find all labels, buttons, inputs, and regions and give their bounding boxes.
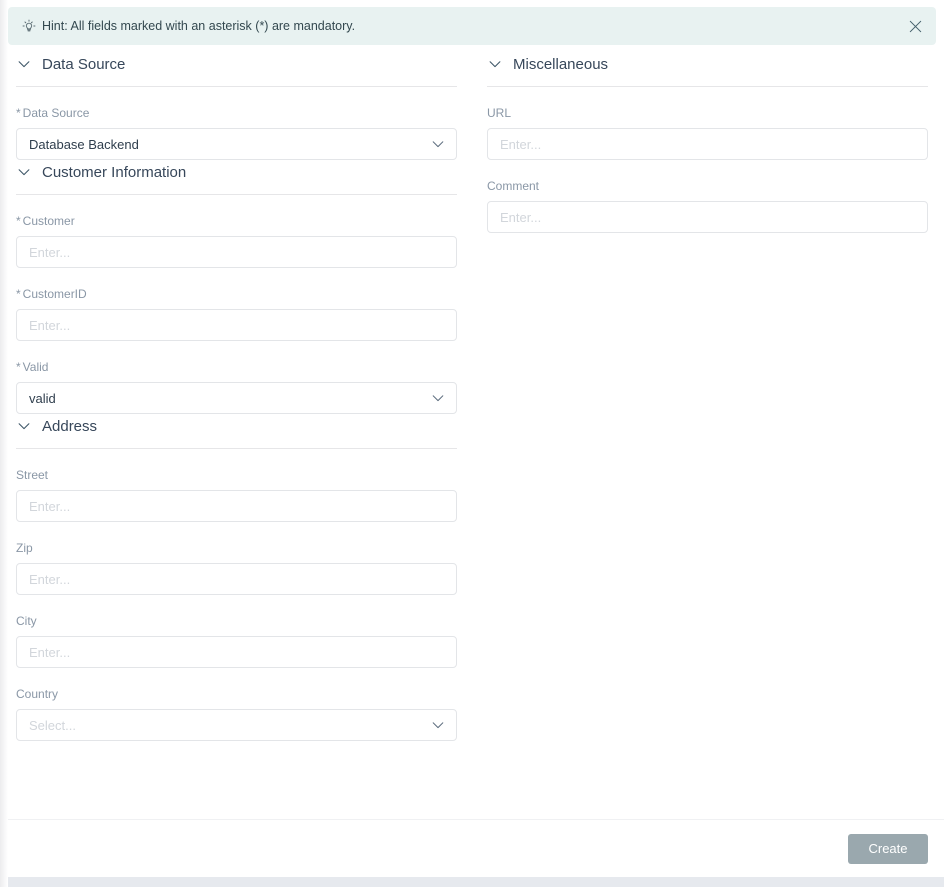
label-street: Street	[16, 469, 457, 481]
section-title: Customer Information	[42, 163, 187, 181]
chevron-down-icon	[487, 56, 503, 72]
field-customer-id: * CustomerID Enter...	[16, 268, 457, 341]
left-column: Data Source * Data Source Database Backend C…	[16, 52, 457, 741]
section-data-source: Data Source * Data Source Database Backend	[16, 52, 457, 160]
label-text: Comment	[487, 179, 540, 193]
select-data-source[interactable]: Database Backend	[16, 128, 457, 160]
field-street: Street Enter...	[16, 449, 457, 522]
label-text: Data Source	[22, 106, 90, 120]
hint-text: Hint: All fields marked with an asterisk…	[42, 18, 356, 33]
label-text: URL	[487, 106, 512, 120]
field-zip: Zip Enter...	[16, 522, 457, 595]
field-url: URL Enter...	[487, 87, 928, 160]
chevron-down-icon	[16, 56, 32, 72]
field-customer: * Customer Enter...	[16, 195, 457, 268]
placeholder-url: Enter...	[500, 137, 542, 151]
close-icon[interactable]	[900, 11, 930, 41]
bottom-strip	[0, 877, 944, 887]
section-customer-information: Customer Information * Customer Enter... * Cu…	[16, 160, 457, 414]
label-text: Valid	[22, 360, 49, 374]
input-customer[interactable]: Enter...	[16, 236, 457, 268]
label-text: Street	[16, 468, 49, 482]
value-data-source: Database Backend	[29, 137, 139, 151]
label-country: Country	[16, 688, 457, 700]
hint-banner: Hint: All fields marked with an asterisk…	[8, 7, 936, 45]
lightbulb-icon	[22, 19, 36, 33]
label-customer-id: * CustomerID	[16, 288, 457, 300]
label-text: Customer	[22, 214, 75, 228]
section-header[interactable]: Miscellaneous	[487, 52, 928, 76]
left-edge-shadow	[0, 0, 8, 887]
chevron-down-icon	[431, 391, 445, 405]
label-city: City	[16, 615, 457, 627]
right-column: Miscellaneous URL Enter... Comment Enter...	[487, 52, 928, 233]
label-customer: * Customer	[16, 215, 457, 227]
label-text: Zip	[16, 541, 33, 555]
select-valid[interactable]: valid	[16, 382, 457, 414]
input-city[interactable]: Enter...	[16, 636, 457, 668]
field-comment: Comment Enter...	[487, 160, 928, 233]
form-footer: Create	[0, 819, 944, 877]
section-header[interactable]: Address	[16, 414, 457, 438]
chevron-down-icon	[16, 164, 32, 180]
section-title: Address	[42, 417, 98, 435]
label-valid: * Valid	[16, 361, 457, 373]
placeholder-customer-id: Enter...	[29, 318, 71, 332]
input-comment[interactable]: Enter...	[487, 201, 928, 233]
input-url[interactable]: Enter...	[487, 128, 928, 160]
input-street[interactable]: Enter...	[16, 490, 457, 522]
label-zip: Zip	[16, 542, 457, 554]
input-zip[interactable]: Enter...	[16, 563, 457, 595]
label-text: City	[16, 614, 37, 628]
required-asterisk: *	[16, 287, 21, 301]
chevron-down-icon	[431, 137, 445, 151]
select-country[interactable]: Select...	[16, 709, 457, 741]
form-page: Hint: All fields marked with an asterisk…	[0, 0, 944, 887]
label-comment: Comment	[487, 180, 928, 192]
section-title: Miscellaneous	[513, 55, 609, 73]
section-miscellaneous: Miscellaneous URL Enter... Comment Enter...	[487, 52, 928, 233]
field-data-source: * Data Source Database Backend	[16, 87, 457, 160]
create-button[interactable]: Create	[848, 833, 928, 864]
label-url: URL	[487, 107, 928, 119]
section-header[interactable]: Data Source	[16, 52, 457, 76]
field-city: City Enter...	[16, 595, 457, 668]
placeholder-customer: Enter...	[29, 245, 71, 259]
required-asterisk: *	[16, 360, 21, 374]
placeholder-country: Select...	[29, 718, 76, 732]
section-header[interactable]: Customer Information	[16, 160, 457, 184]
placeholder-city: Enter...	[29, 645, 71, 659]
chevron-down-icon	[431, 718, 445, 732]
placeholder-comment: Enter...	[500, 210, 542, 224]
placeholder-street: Enter...	[29, 499, 71, 513]
label-data-source: * Data Source	[16, 107, 457, 119]
label-text: CustomerID	[22, 287, 87, 301]
field-country: Country Select...	[16, 668, 457, 741]
section-title: Data Source	[42, 55, 126, 73]
field-valid: * Valid valid	[16, 341, 457, 414]
chevron-down-icon	[16, 418, 32, 434]
section-address: Address Street Enter... Zip Enter... City Ente…	[16, 414, 457, 741]
placeholder-zip: Enter...	[29, 572, 71, 586]
input-customer-id[interactable]: Enter...	[16, 309, 457, 341]
label-text: Country	[16, 687, 59, 701]
value-valid: valid	[29, 391, 56, 405]
required-asterisk: *	[16, 106, 21, 120]
required-asterisk: *	[16, 214, 21, 228]
